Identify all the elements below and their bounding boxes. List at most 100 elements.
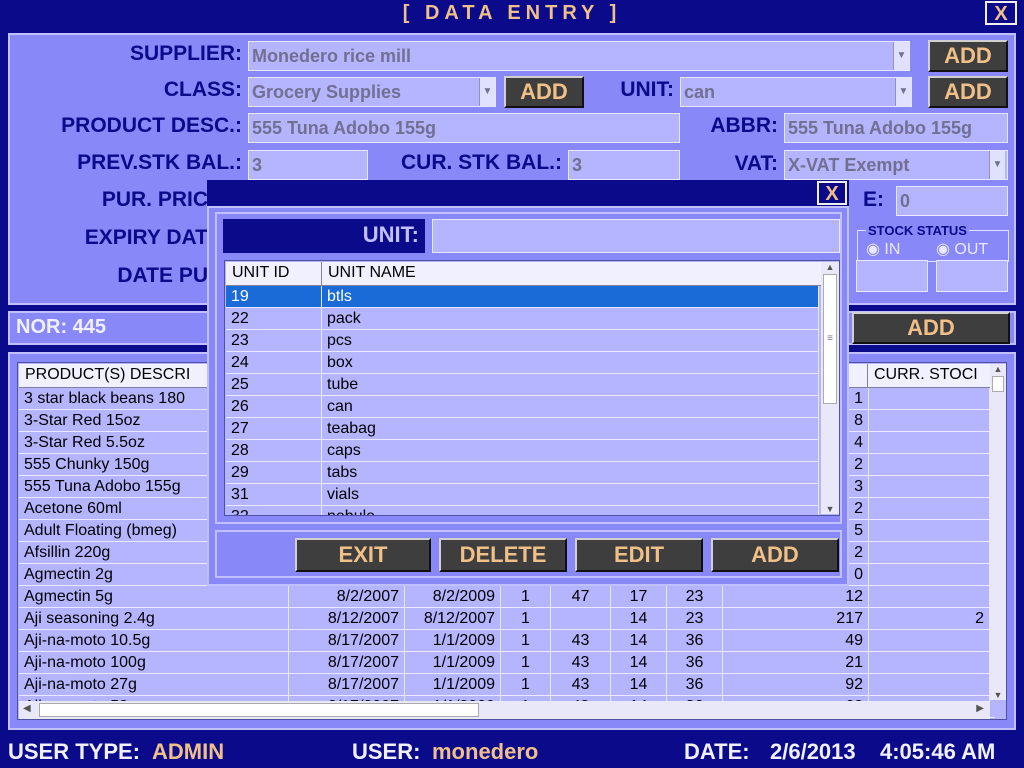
cell-c: 36 (667, 674, 723, 695)
supplier-select[interactable]: Monedero rice mill (248, 41, 910, 71)
cur-stk-input[interactable]: 3 (568, 150, 680, 180)
table-row[interactable]: Aji seasoning 2.4g 8/12/2007 8/12/2007 1 14 2… (19, 608, 995, 630)
cell-desc: Aji-na-moto 10.5g (19, 630, 289, 651)
units-vscrollbar[interactable]: ▲ ≡ ▼ (821, 262, 839, 514)
prev-stk-input[interactable]: 3 (248, 150, 368, 180)
unit-select[interactable]: can (680, 77, 912, 107)
window-title: [ DATA ENTRY ] (0, 0, 1024, 26)
exit-button[interactable]: EXIT (295, 538, 431, 572)
abbr-input[interactable]: 555 Tuna Adobo 155g (784, 113, 1008, 143)
stock-status-out-radio[interactable]: ◉ OUT (936, 239, 988, 259)
vat-label: VAT: (734, 152, 778, 175)
units-grid[interactable]: UNIT ID UNIT NAME 19 btls 22 pack 23 pcs 24 box… (224, 260, 840, 516)
unit-id-cell: 22 (226, 308, 322, 329)
add-supplier-button[interactable]: ADD (928, 40, 1008, 72)
units-header-id[interactable]: UNIT ID (226, 262, 322, 286)
unit-id-cell: 25 (226, 374, 322, 395)
cell-cs (869, 652, 990, 673)
cell-a (551, 608, 611, 629)
unit-row[interactable]: 29 tabs (226, 462, 819, 484)
cell-ed: 1/1/2009 (405, 630, 501, 651)
units-rows: 19 btls 22 pack 23 pcs 24 box 25 tube 26 can 27 teaba… (226, 286, 819, 515)
unit-row[interactable]: 31 vials (226, 484, 819, 506)
scroll-left-icon[interactable]: ◀ (23, 703, 31, 714)
chevron-down-icon[interactable]: ▼ (895, 78, 911, 106)
unit-row[interactable]: 27 teabag (226, 418, 819, 440)
scroll-right-icon[interactable]: ▶ (976, 703, 984, 714)
class-select[interactable]: Grocery Supplies (248, 77, 496, 107)
cell-b: 14 (611, 630, 667, 651)
cell-ed: 8/2/2009 (405, 586, 501, 607)
supplier-value: Monedero rice mill (252, 46, 412, 66)
table-row[interactable]: Agmectin 5g 8/2/2007 8/2/2009 1 47 17 23 12 (19, 586, 995, 608)
products-header-curr-stock[interactable]: CURR. STOCI (868, 364, 996, 388)
chevron-down-icon[interactable]: ▼ (989, 151, 1005, 179)
scroll-down-icon[interactable]: ▼ (990, 690, 1006, 700)
unit-row[interactable]: 24 box (226, 352, 819, 374)
user-value: monedero (432, 739, 539, 764)
extra-field-2[interactable] (936, 260, 1008, 292)
abbr-label: ABBR: (710, 114, 778, 137)
cell-desc: Aji-na-moto 100g (19, 652, 289, 673)
cell-cs (869, 498, 990, 519)
add-unit-button[interactable]: ADD (928, 76, 1008, 108)
chevron-down-icon[interactable]: ▼ (893, 42, 909, 70)
unit-name-cell: btls (322, 286, 819, 307)
prev-stk-label: PREV.STK BAL.: (77, 151, 242, 174)
unit-row[interactable]: 23 pcs (226, 330, 819, 352)
products-vscroll-thumb[interactable] (992, 376, 1004, 392)
unit-name-cell: teabag (322, 418, 819, 439)
cell-desc: Aji seasoning 2.4g (19, 608, 289, 629)
unit-id-cell: 24 (226, 352, 322, 373)
unit-name-input[interactable] (432, 219, 840, 253)
cell-c: 23 (667, 586, 723, 607)
delete-button[interactable]: DELETE (439, 538, 567, 572)
unit-row[interactable]: 19 btls (226, 286, 819, 308)
chevron-down-icon[interactable]: ▼ (479, 78, 495, 106)
unit-dialog-titlebar (207, 180, 849, 206)
vat-select[interactable]: X-VAT Exempt (784, 150, 1008, 180)
add-product-button[interactable]: ADD (852, 312, 1010, 344)
stock-status-in-radio[interactable]: ◉ IN (866, 239, 900, 259)
cell-a: 43 (551, 652, 611, 673)
unit-id-cell: 28 (226, 440, 322, 461)
unit-name-cell: nebule (322, 506, 819, 515)
scroll-down-icon[interactable]: ▼ (821, 504, 839, 514)
table-row[interactable]: Aji-na-moto 27g 8/17/2007 1/1/2009 1 43 14 36 9… (19, 674, 995, 696)
product-desc-input[interactable]: 555 Tuna Adobo 155g (248, 113, 680, 143)
unit-value: can (684, 82, 716, 102)
extra-field-1[interactable] (856, 260, 928, 292)
cell-desc: Aji-na-moto 27g (19, 674, 289, 695)
units-vscroll-thumb[interactable]: ≡ (823, 274, 837, 404)
products-vscrollbar[interactable]: ▲ ▼ (990, 364, 1006, 700)
unit-row[interactable]: 26 can (226, 396, 819, 418)
add-class-button[interactable]: ADD (504, 76, 584, 108)
unit-label: UNIT: (620, 78, 674, 101)
products-hscroll-thumb[interactable] (39, 703, 479, 717)
table-row[interactable]: Aji-na-moto 100g 8/17/2007 1/1/2009 1 43 14 36… (19, 652, 995, 674)
close-window-button[interactable]: X (985, 1, 1017, 25)
cell-b: 14 (611, 608, 667, 629)
class-value: Grocery Supplies (252, 82, 402, 102)
add-unit-dialog-button[interactable]: ADD (711, 538, 839, 572)
unit-row[interactable]: 28 caps (226, 440, 819, 462)
unit-row[interactable]: 22 pack (226, 308, 819, 330)
cell-cs (869, 630, 990, 651)
unit-row[interactable]: 25 tube (226, 374, 819, 396)
products-hscrollbar[interactable]: ◀ ▶ (19, 701, 990, 719)
table-row[interactable]: Aji-na-moto 10.5g 8/17/2007 1/1/2009 1 43 14 3… (19, 630, 995, 652)
date-label: DATE: (684, 739, 750, 764)
unit-id-cell: 32 (226, 506, 322, 515)
cell-n: 49 (723, 630, 869, 651)
unit-name-cell: pcs (322, 330, 819, 351)
units-header-name[interactable]: UNIT NAME (322, 262, 822, 286)
scroll-up-icon[interactable]: ▲ (990, 364, 1006, 374)
cell-cs (869, 388, 990, 409)
user-label: USER: (352, 739, 421, 764)
unit-id-cell: 19 (226, 286, 322, 307)
field-e-input[interactable]: 0 (896, 186, 1008, 216)
unit-row[interactable]: 32nebule (226, 506, 819, 515)
scroll-up-icon[interactable]: ▲ (821, 262, 839, 272)
unit-dialog-close-button[interactable]: X (817, 181, 847, 205)
edit-button[interactable]: EDIT (575, 538, 703, 572)
